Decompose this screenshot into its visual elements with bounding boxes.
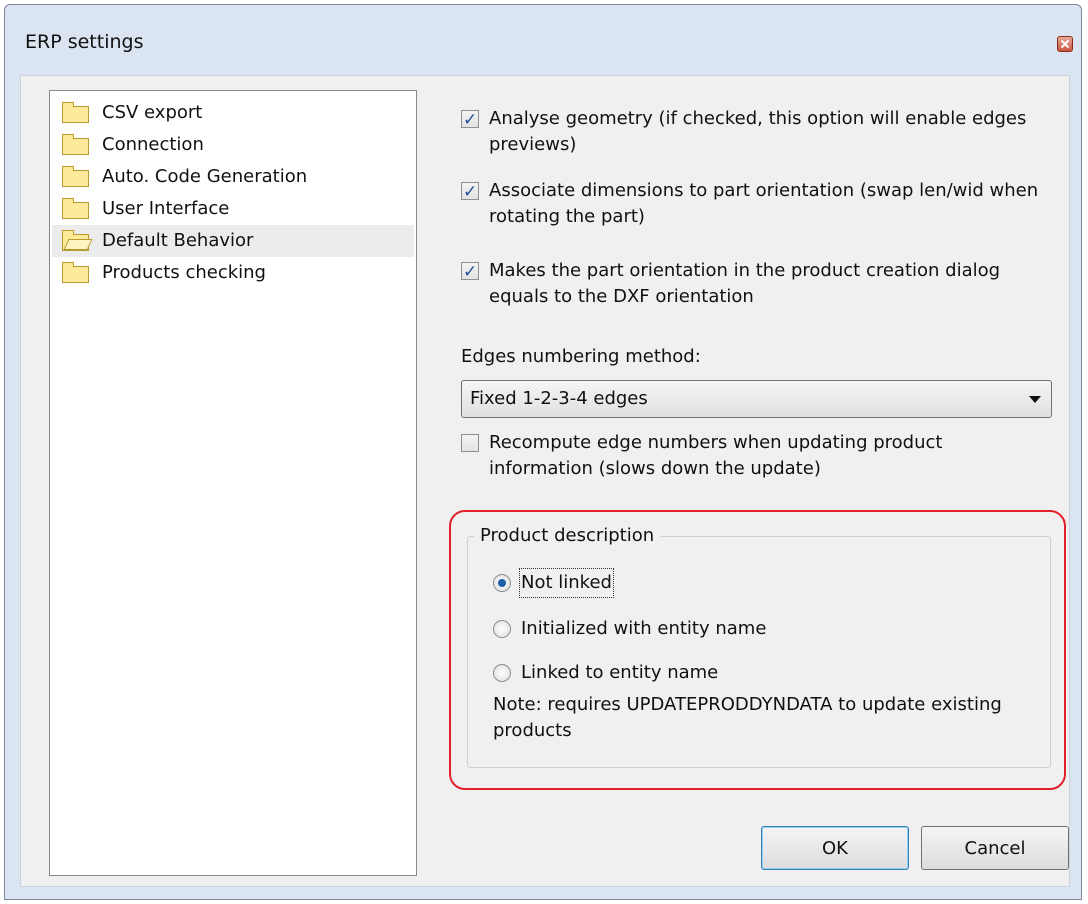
tree-item-products-checking[interactable]: Products checking: [52, 257, 414, 289]
associate-dimensions-checkbox[interactable]: [461, 179, 479, 205]
radio-button[interactable]: [493, 664, 511, 682]
product-description-title: Product description: [474, 525, 661, 546]
window-title: ERP settings: [25, 31, 144, 53]
radio-label: Linked to entity name: [521, 662, 719, 683]
radio-label: Not linked: [519, 568, 614, 598]
settings-tree: CSV export Connection Auto. Code Generat…: [49, 90, 417, 876]
close-icon[interactable]: [1057, 36, 1073, 52]
tree-item-label: Products checking: [102, 262, 266, 283]
tree-item-label: Auto. Code Generation: [102, 166, 308, 187]
folder-icon: [62, 102, 89, 123]
tree-item-user-interface[interactable]: User Interface: [52, 193, 414, 225]
folder-icon: [62, 262, 89, 283]
folder-icon: [62, 166, 89, 187]
radio-label: Initialized with entity name: [521, 618, 767, 639]
cancel-button[interactable]: Cancel: [921, 826, 1069, 870]
recompute-edges-checkbox[interactable]: [461, 434, 479, 452]
tree-item-csv-export[interactable]: CSV export: [52, 97, 414, 129]
associate-dimensions-label: Associate dimensions to part orientation…: [489, 180, 1039, 227]
title-bar[interactable]: ERP settings: [5, 5, 1081, 77]
recompute-edges-label: Recompute edge numbers when updating pro…: [489, 432, 943, 479]
edges-numbering-dropdown[interactable]: Fixed 1-2-3-4 edges: [461, 380, 1052, 418]
part-orientation-label: Makes the part orientation in the produc…: [489, 260, 1001, 307]
edges-numbering-value: Fixed 1-2-3-4 edges: [470, 388, 648, 409]
radio-button[interactable]: [493, 574, 511, 592]
ok-button[interactable]: OK: [761, 826, 909, 870]
edges-numbering-label: Edges numbering method:: [461, 346, 701, 367]
erp-settings-window: ERP settings CSV export Connection Auto.…: [4, 4, 1082, 900]
folder-icon: [62, 198, 89, 219]
folder-icon: [62, 134, 89, 155]
open-folder-icon: [62, 230, 89, 251]
tree-item-default-behavior[interactable]: Default Behavior: [52, 225, 414, 257]
chevron-down-icon: [1029, 396, 1041, 403]
analyse-geometry-checkbox[interactable]: [461, 107, 479, 133]
analyse-geometry-label: Analyse geometry (if checked, this optio…: [489, 108, 1027, 155]
tree-item-label: Default Behavior: [102, 230, 254, 251]
radio-button[interactable]: [493, 620, 511, 638]
tree-item-label: CSV export: [102, 102, 203, 123]
tree-item-auto-code-generation[interactable]: Auto. Code Generation: [52, 161, 414, 193]
product-description-note: Note: requires UPDATEPRODDYNDATA to upda…: [493, 694, 1002, 741]
dialog-body: CSV export Connection Auto. Code Generat…: [20, 75, 1070, 887]
part-orientation-checkbox[interactable]: [461, 259, 479, 285]
tree-item-label: User Interface: [102, 198, 230, 219]
tree-item-label: Connection: [102, 134, 204, 155]
tree-item-connection[interactable]: Connection: [52, 129, 414, 161]
